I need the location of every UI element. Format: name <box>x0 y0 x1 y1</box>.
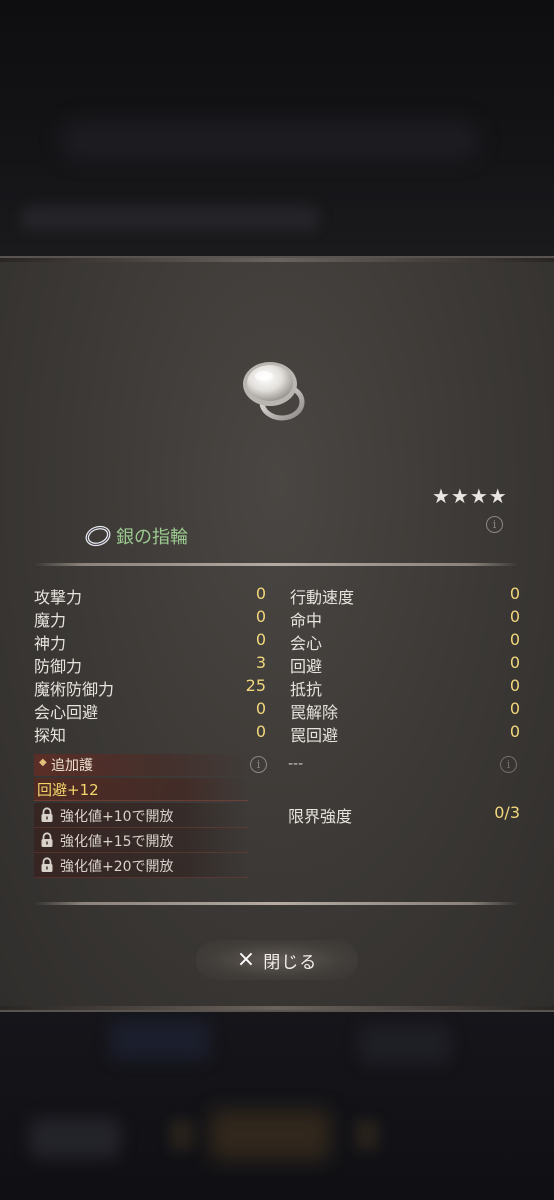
stat-row: 会心 0 <box>290 630 520 653</box>
stat-value: 0 <box>255 699 266 718</box>
stat-value: 3 <box>255 653 266 672</box>
stat-value: 0 <box>509 653 520 672</box>
rarity-stars: ★★★★ <box>432 484 508 508</box>
stat-label: 探知 <box>34 726 67 745</box>
silver-ring-image <box>243 362 305 421</box>
stat-value: 0 <box>255 630 266 649</box>
locked-slot-label: 強化値+20で開放 <box>60 859 174 875</box>
stat-label: 罠解除 <box>290 703 339 722</box>
diamond-icon: ◆ <box>39 757 47 768</box>
stat-label: 罠回避 <box>290 726 339 745</box>
stat-label: 魔力 <box>34 611 67 630</box>
extra-protection-active: 回避+12 <box>34 778 248 801</box>
close-button-label: 閉じる <box>263 952 318 973</box>
info-icon[interactable]: i <box>500 756 517 773</box>
stat-row: 行動速度 0 <box>290 584 520 607</box>
stat-label: 魔術防御力 <box>34 680 115 699</box>
ring-icon <box>85 525 111 547</box>
stat-value: 0 <box>509 699 520 718</box>
stat-row: 魔術防御力 25 <box>34 676 266 699</box>
background-blur-shape <box>110 1020 210 1060</box>
stat-label: 命中 <box>290 611 323 630</box>
stat-value: 0 <box>255 607 266 626</box>
locked-slot-label: 強化値+10で開放 <box>60 809 174 825</box>
stat-row: 探知 0 <box>34 722 266 745</box>
lock-icon <box>41 807 53 822</box>
limit-strength-label: 限界強度 <box>288 807 353 826</box>
extra-protection-value: 回避+12 <box>37 781 99 799</box>
background-blurred-top <box>0 0 554 256</box>
stat-value: 0 <box>509 584 520 603</box>
stat-row: 神力 0 <box>34 630 266 653</box>
background-blur-shape <box>60 120 480 160</box>
background-blur-shape <box>170 1120 194 1150</box>
stat-row: 罠回避 0 <box>290 722 520 745</box>
background-blur-shape <box>355 1120 379 1150</box>
background-blur-shape <box>210 1110 330 1160</box>
locked-slot: 強化値+15で開放 <box>34 828 248 853</box>
stat-label: 防御力 <box>34 657 83 676</box>
stat-label: 抵抗 <box>290 680 323 699</box>
background-blur-shape <box>20 205 320 231</box>
stat-row: 会心回避 0 <box>34 699 266 722</box>
stat-label: 攻撃力 <box>34 588 83 607</box>
extra-protection-header: ◆ 追加護 <box>34 754 254 776</box>
lock-icon <box>41 857 53 872</box>
limit-strength-value: 0/3 <box>494 803 520 822</box>
locked-slot: 強化値+20で開放 <box>34 853 248 878</box>
stat-value: 0 <box>509 607 520 626</box>
info-icon[interactable]: i <box>486 516 503 533</box>
section-divider <box>34 563 518 566</box>
locked-slot: 強化値+10で開放 <box>34 803 248 828</box>
stat-row: 抵抗 0 <box>290 676 520 699</box>
background-blur-shape <box>30 1118 120 1158</box>
stat-value: 0 <box>509 722 520 741</box>
section-divider <box>34 902 518 905</box>
item-title: 銀の指輪 <box>84 524 188 548</box>
background-blurred-bottom <box>0 1010 554 1200</box>
stat-label: 会心 <box>290 634 323 653</box>
info-icon[interactable]: i <box>250 756 267 773</box>
stat-row: 罠解除 0 <box>290 699 520 722</box>
close-button[interactable]: × 閉じる <box>196 940 358 980</box>
stat-row: 回避 0 <box>290 653 520 676</box>
item-detail-modal: ★★★★ i 銀の指輪 攻撃力 0 魔力 0 神力 0 防御力 3 魔術防御力 … <box>0 256 554 1012</box>
stat-label: 回避 <box>290 657 323 676</box>
background-blur-shape <box>360 1024 450 1064</box>
stat-label: 会心回避 <box>34 703 99 722</box>
stat-value: 0 <box>509 630 520 649</box>
stat-row: 命中 0 <box>290 607 520 630</box>
extra-protection-title: 追加護 <box>51 758 93 774</box>
lock-icon <box>41 832 53 847</box>
stat-value: 25 <box>245 676 266 695</box>
stat-value: 0 <box>509 676 520 695</box>
close-icon: × <box>236 947 256 972</box>
stat-value: 0 <box>255 584 266 603</box>
item-name: 銀の指輪 <box>116 527 188 548</box>
extra-right-placeholder: --- <box>288 756 304 772</box>
locked-slot-label: 強化値+15で開放 <box>60 834 174 850</box>
stat-label: 行動速度 <box>290 588 355 607</box>
stat-value: 0 <box>255 722 266 741</box>
stat-row: 魔力 0 <box>34 607 266 630</box>
stat-row: 防御力 3 <box>34 653 266 676</box>
stat-label: 神力 <box>34 634 67 653</box>
stat-row: 攻撃力 0 <box>34 584 266 607</box>
